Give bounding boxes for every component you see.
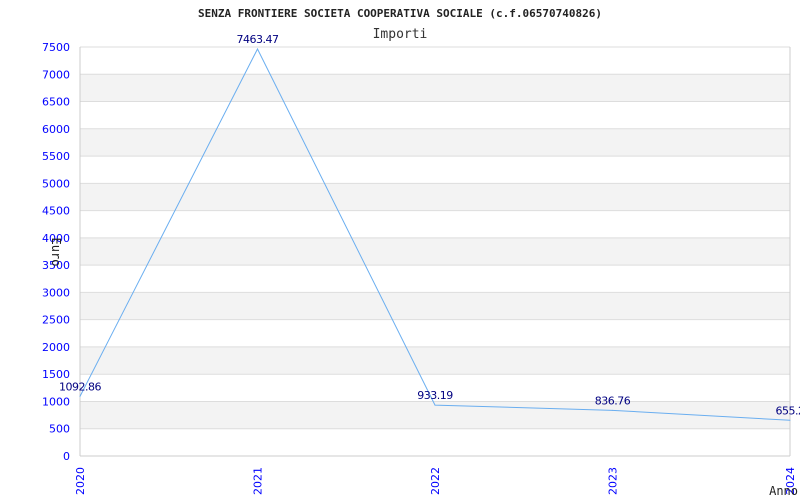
grid-band — [80, 237, 790, 266]
y-tick-label: 4500 — [42, 205, 70, 218]
x-axis-label: Anno — [769, 484, 798, 498]
data-label: 655.2 — [776, 404, 800, 417]
data-label: 1092.86 — [59, 380, 101, 393]
data-point — [434, 404, 436, 406]
grid-band — [80, 292, 790, 320]
chart-subtitle: Importi — [373, 27, 428, 42]
y-tick-label: 2000 — [42, 341, 70, 354]
data-label: 933.19 — [417, 389, 453, 402]
chart-title: SENZA FRONTIERE SOCIETA COOPERATIVA SOCI… — [198, 7, 602, 20]
y-tick-label: 7000 — [42, 68, 70, 81]
y-tick-label: 1500 — [42, 368, 70, 381]
data-label: 7463.47 — [237, 33, 279, 46]
grid-band — [80, 128, 790, 157]
x-tick-label: 2021 — [252, 467, 265, 495]
y-tick-label: 5000 — [42, 177, 70, 190]
y-tick-label: 5500 — [42, 150, 70, 163]
y-tick-label: 6000 — [42, 123, 70, 136]
grid-band — [80, 74, 790, 102]
grid-band — [80, 346, 790, 375]
data-point — [789, 419, 791, 421]
x-tick-label: 2022 — [429, 467, 442, 495]
line-chart: 0500100015002000250030003500400045005000… — [42, 7, 800, 498]
data-point — [79, 395, 81, 397]
data-label: 836.76 — [595, 394, 631, 407]
data-point — [612, 409, 613, 411]
y-tick-label: 2500 — [42, 314, 70, 327]
y-tick-label: 1000 — [42, 395, 70, 408]
y-tick-label: 500 — [49, 423, 70, 436]
y-tick-label: 6500 — [42, 96, 70, 109]
x-tick-label: 2020 — [74, 467, 87, 495]
data-point — [257, 48, 258, 50]
y-tick-label: 7500 — [42, 41, 70, 54]
y-tick-label: 3000 — [42, 286, 70, 299]
y-axis-label: Euro — [49, 238, 63, 267]
y-tick-label: 0 — [63, 450, 70, 463]
x-tick-label: 2023 — [607, 467, 620, 495]
